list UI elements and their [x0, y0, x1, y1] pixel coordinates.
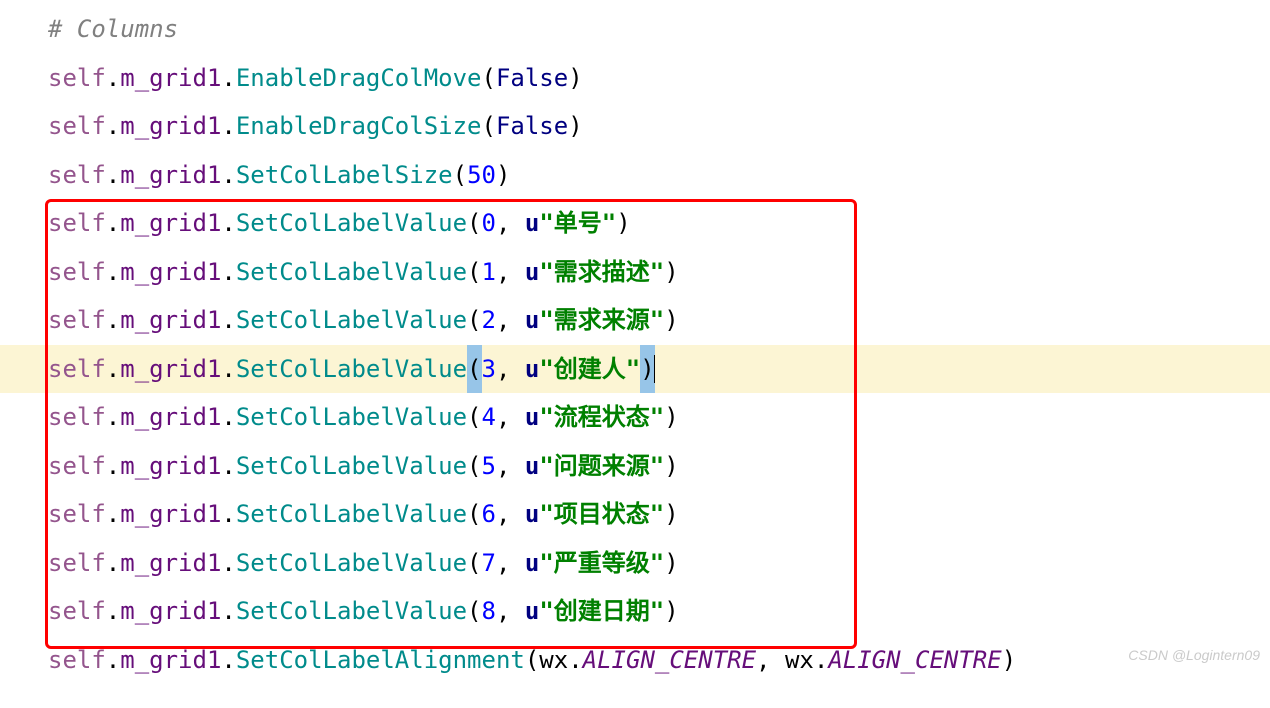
watermark-text: CSDN @Logintern09	[1128, 631, 1260, 680]
code-line: self.m_grid1.EnableDragColSize(False)	[0, 102, 1270, 151]
code-line: self.m_grid1.SetColLabelValue(2, u"需求来源"…	[0, 296, 1270, 345]
code-line: self.m_grid1.SetColLabelValue(7, u"严重等级"…	[0, 539, 1270, 588]
text-cursor	[654, 355, 655, 383]
code-line: self.m_grid1.SetColLabelValue(6, u"项目状态"…	[0, 490, 1270, 539]
bracket-match-close: )	[640, 345, 654, 394]
code-line: # Columns	[0, 5, 1270, 54]
code-line: self.m_grid1.EnableDragColMove(False)	[0, 54, 1270, 103]
code-block: # Columns self.m_grid1.EnableDragColMove…	[0, 0, 1270, 684]
code-line-current: self.m_grid1.SetColLabelValue(3, u"创建人")	[0, 345, 1270, 394]
comment-text: # Columns	[48, 5, 178, 54]
code-line: self.m_grid1.SetColLabelAlignment(wx.ALI…	[0, 636, 1270, 685]
code-line: self.m_grid1.SetColLabelValue(5, u"问题来源"…	[0, 442, 1270, 491]
code-line: self.m_grid1.SetColLabelValue(1, u"需求描述"…	[0, 248, 1270, 297]
code-line: self.m_grid1.SetColLabelValue(4, u"流程状态"…	[0, 393, 1270, 442]
code-line: self.m_grid1.SetColLabelValue(0, u"单号")	[0, 199, 1270, 248]
code-line: self.m_grid1.SetColLabelValue(8, u"创建日期"…	[0, 587, 1270, 636]
code-line: self.m_grid1.SetColLabelSize(50)	[0, 151, 1270, 200]
bracket-match-open: (	[467, 345, 481, 394]
